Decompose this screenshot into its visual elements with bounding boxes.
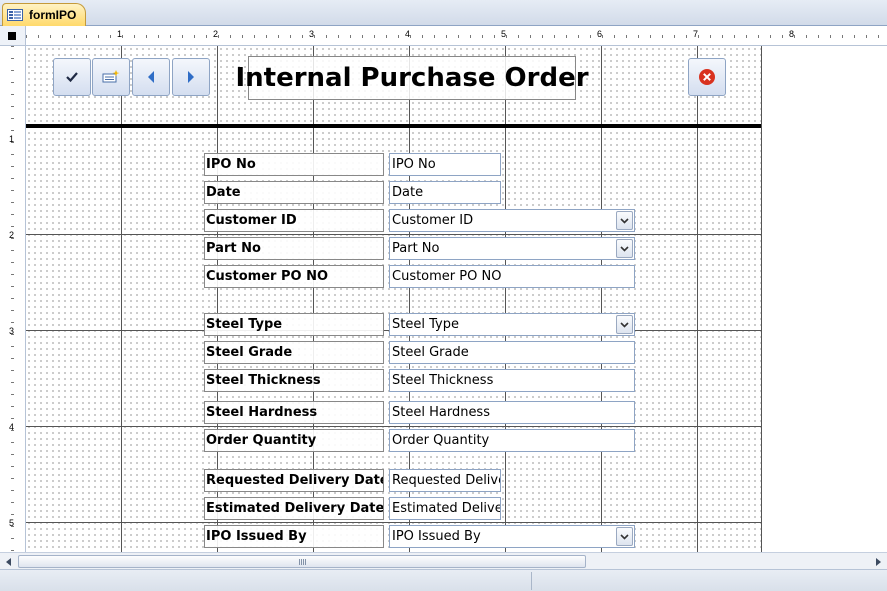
chevron-down-icon	[620, 321, 629, 328]
scroll-right-button[interactable]	[871, 555, 885, 568]
input-steel-hardness[interactable]: Steel Hardness	[389, 401, 635, 424]
scroll-left-button[interactable]	[2, 555, 16, 568]
label-customer-id[interactable]: Customer ID	[204, 209, 384, 232]
input-steel-thickness[interactable]: Steel Thickness	[389, 369, 635, 392]
grid-line	[26, 426, 761, 427]
status-bar	[0, 569, 887, 591]
arrow-right-icon	[188, 71, 194, 83]
label-steel-grade[interactable]: Steel Grade	[204, 341, 384, 364]
arrow-left-icon	[148, 71, 154, 83]
combo-value: IPO Issued By	[392, 529, 481, 544]
dropdown-button[interactable]	[616, 315, 633, 334]
grid-line	[601, 46, 602, 552]
input-order-quantity[interactable]: Order Quantity	[389, 429, 635, 452]
ruler-number: 1	[117, 29, 123, 39]
label-date[interactable]: Date	[204, 181, 384, 204]
label-requested-delivery-date[interactable]: Requested Delivery Date	[204, 469, 384, 492]
arrow-left-icon	[6, 557, 11, 566]
new-record-button[interactable]	[92, 58, 130, 96]
close-form-button[interactable]	[688, 58, 726, 96]
arrow-right-icon	[876, 557, 881, 566]
grid-line	[121, 46, 122, 552]
ruler-number: 2	[9, 230, 15, 240]
next-record-button[interactable]	[172, 58, 210, 96]
combo-ipo-issued-by[interactable]: IPO Issued By	[389, 525, 635, 548]
grip-icon	[299, 559, 307, 565]
combo-value: Part No	[392, 241, 440, 256]
ruler-number: 8	[789, 29, 795, 39]
input-steel-grade[interactable]: Steel Grade	[389, 341, 635, 364]
horizontal-ruler[interactable]: 1 2 3 4 5 6 7 8	[26, 26, 887, 46]
label-estimated-delivery-date[interactable]: Estimated Delivery Date	[204, 497, 384, 520]
design-area-background	[761, 46, 887, 552]
input-date[interactable]: Date	[389, 181, 501, 204]
ruler-number: 2	[213, 29, 219, 39]
ruler-number: 5	[9, 518, 15, 528]
label-steel-hardness[interactable]: Steel Hardness	[204, 401, 384, 424]
label-part-no[interactable]: Part No	[204, 237, 384, 260]
ruler-number: 7	[693, 29, 699, 39]
grid-line	[26, 234, 761, 235]
label-customer-po-no[interactable]: Customer PO NO	[204, 265, 384, 288]
status-divider	[531, 572, 532, 590]
label-ipo-no[interactable]: IPO No	[204, 153, 384, 176]
new-record-icon	[102, 70, 120, 83]
detail-section-bar[interactable]	[26, 124, 761, 128]
grid-line	[26, 522, 761, 523]
form-selector[interactable]	[0, 26, 26, 46]
ruler-number: 3	[309, 29, 315, 39]
close-icon	[699, 69, 715, 85]
dropdown-button[interactable]	[616, 527, 633, 546]
form-icon	[7, 9, 23, 21]
input-customer-po-no[interactable]: Customer PO NO	[389, 265, 635, 288]
save-record-button[interactable]	[53, 58, 91, 96]
ruler-number: 4	[405, 29, 411, 39]
checkmark-icon	[66, 72, 78, 83]
ruler-number: 4	[9, 422, 15, 432]
tab-formipo[interactable]: formIPO	[2, 3, 86, 26]
label-steel-thickness[interactable]: Steel Thickness	[204, 369, 384, 392]
form-selector-icon	[8, 32, 16, 40]
ruler-number: 3	[9, 326, 15, 336]
combo-steel-type[interactable]: Steel Type	[389, 313, 635, 336]
input-estimated-delivery-date[interactable]: Estimated Deliver	[389, 497, 501, 520]
tab-label: formIPO	[29, 8, 77, 22]
ruler-number: 6	[597, 29, 603, 39]
label-ipo-issued-by[interactable]: IPO Issued By	[204, 525, 384, 548]
previous-record-button[interactable]	[132, 58, 170, 96]
ruler-number: 1	[9, 134, 15, 144]
grid-line	[697, 46, 698, 552]
label-steel-type[interactable]: Steel Type	[204, 313, 384, 336]
combo-customer-id[interactable]: Customer ID	[389, 209, 635, 232]
horizontal-scrollbar[interactable]	[0, 552, 887, 569]
vertical-ruler[interactable]: 1 2 3 4 5	[0, 46, 26, 552]
chevron-down-icon	[620, 217, 629, 224]
combo-part-no[interactable]: Part No	[389, 237, 635, 260]
label-order-quantity[interactable]: Order Quantity	[204, 429, 384, 452]
dropdown-button[interactable]	[616, 211, 633, 230]
ruler-number: 5	[501, 29, 507, 39]
page-title: Internal Purchase Order	[235, 63, 589, 93]
chevron-down-icon	[620, 533, 629, 540]
scrollbar-thumb[interactable]	[18, 555, 586, 568]
document-tab-bar: formIPO	[0, 0, 887, 26]
dropdown-button[interactable]	[616, 239, 633, 258]
chevron-down-icon	[620, 245, 629, 252]
input-requested-delivery-date[interactable]: Requested Delive	[389, 469, 501, 492]
input-ipo-no[interactable]: IPO No	[389, 153, 501, 176]
form-design-canvas[interactable]: Internal Purchase Order IPO No IPO No Da…	[26, 46, 761, 552]
form-title-label[interactable]: Internal Purchase Order	[235, 56, 589, 100]
combo-value: Steel Type	[392, 317, 459, 332]
grid-line	[505, 46, 506, 552]
combo-value: Customer ID	[392, 213, 474, 228]
